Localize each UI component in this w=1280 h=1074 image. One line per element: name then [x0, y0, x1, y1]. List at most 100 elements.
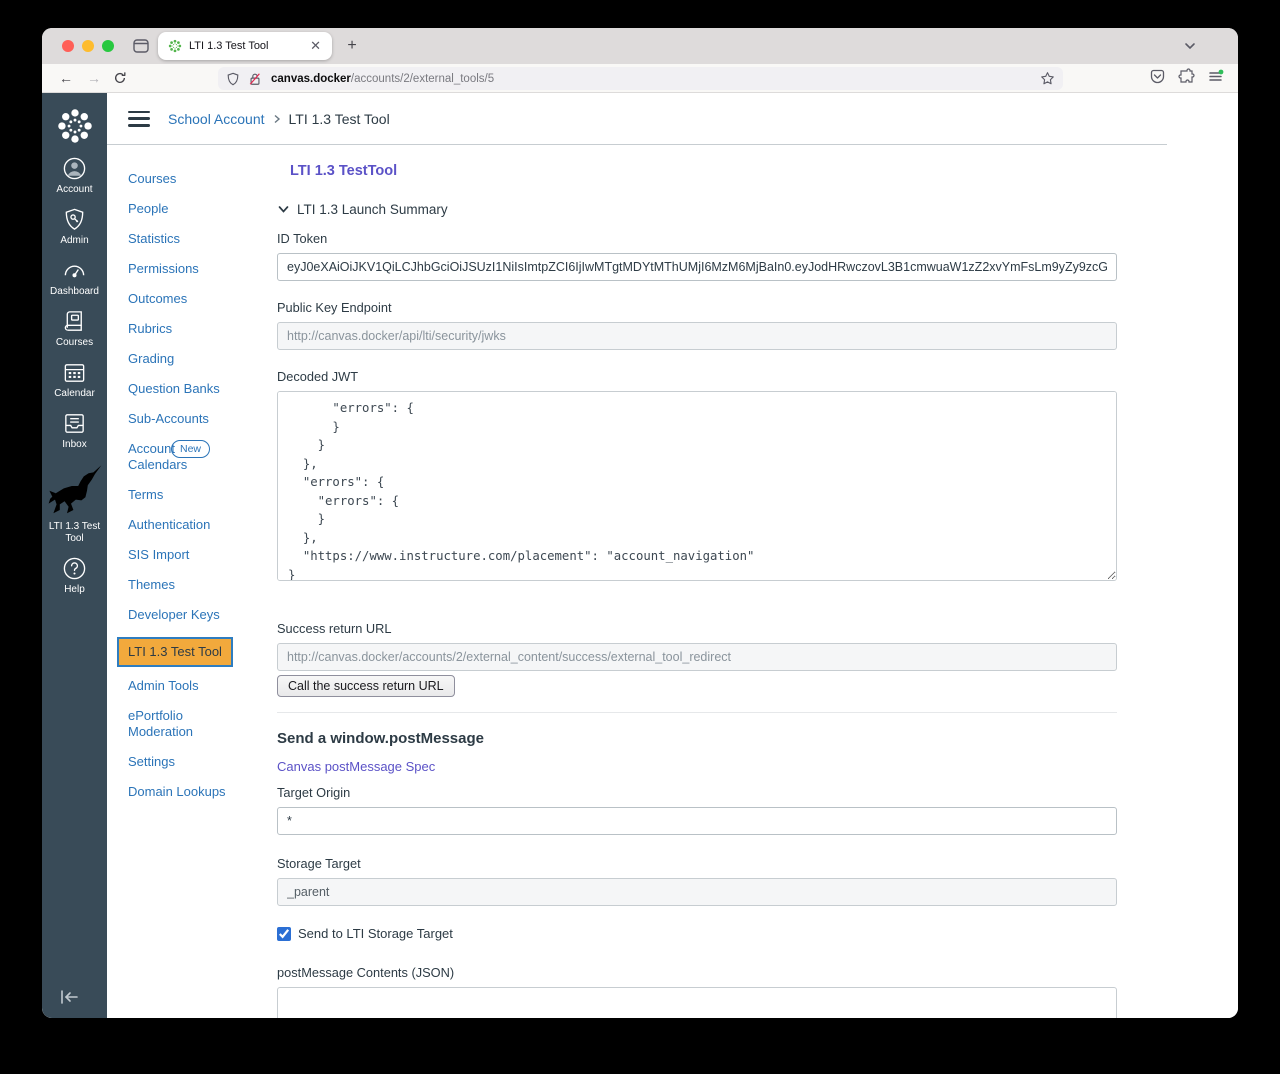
collapse-sidebar-icon[interactable]	[58, 986, 80, 1008]
toolbar-right-icons	[1149, 68, 1224, 85]
user-icon	[63, 157, 86, 180]
nav-item-grading[interactable]: Grading	[128, 351, 246, 367]
nav-item-statistics[interactable]: Statistics	[128, 231, 246, 247]
nav-item-developer-keys[interactable]: Developer Keys	[128, 607, 246, 623]
nav-item-admin-tools[interactable]: Admin Tools	[128, 678, 246, 694]
sidebar-item-lti-test-tool[interactable]: LTI 1.3 Test Tool	[43, 462, 107, 545]
nav-item-question-banks[interactable]: Question Banks	[128, 381, 246, 397]
zoom-window-button[interactable]	[102, 40, 114, 52]
sidebar-item-help[interactable]: Help	[43, 556, 107, 596]
shield-permissions-icon[interactable]	[226, 72, 240, 86]
decoded-jwt-label: Decoded JWT	[277, 369, 359, 384]
body-row: Courses People Statistics Permissions Ou…	[107, 145, 1238, 1018]
admin-shield-icon	[65, 208, 84, 230]
id-token-input[interactable]	[277, 253, 1117, 281]
app-menu-icon[interactable]	[1207, 68, 1224, 85]
new-badge: New	[170, 440, 210, 458]
page-content: Account Admin Dashboard Courses Calendar…	[42, 93, 1238, 1018]
sidebar-item-calendar[interactable]: Calendar	[43, 360, 107, 400]
chevron-down-icon	[278, 206, 289, 213]
canvas-logo-icon[interactable]	[56, 107, 94, 145]
bookmark-star-icon[interactable]	[1040, 71, 1055, 86]
insecure-lock-slash-icon[interactable]	[248, 72, 262, 86]
calendar-icon	[64, 364, 85, 382]
page-title: LTI 1.3 TestTool	[290, 163, 398, 179]
nav-item-domain-lookups[interactable]: Domain Lookups	[128, 784, 246, 800]
browser-tab[interactable]: LTI 1.3 Test Tool ✕	[158, 32, 332, 60]
sidebar-item-inbox[interactable]: Inbox	[43, 411, 107, 451]
postmessage-contents-label: postMessage Contents (JSON)	[277, 965, 455, 980]
call-success-return-url-button[interactable]: Call the success return URL	[277, 675, 455, 697]
global-nav-sidebar: Account Admin Dashboard Courses Calendar…	[42, 93, 107, 1018]
sidebar-item-account[interactable]: Account	[43, 156, 107, 196]
nav-item-authentication[interactable]: Authentication	[128, 517, 246, 533]
reload-icon[interactable]	[110, 68, 130, 88]
section-divider	[277, 712, 1117, 713]
new-tab-button[interactable]: +	[340, 34, 364, 58]
sidebar-item-courses[interactable]: Courses	[43, 309, 107, 349]
nav-item-lti-test-tool-active[interactable]: LTI 1.3 Test Tool	[117, 637, 233, 667]
nav-item-sub-accounts[interactable]: Sub-Accounts	[128, 411, 246, 427]
help-icon	[63, 557, 86, 580]
nav-item-settings[interactable]: Settings	[128, 754, 246, 770]
send-to-lti-storage-row: Send to LTI Storage Target	[277, 926, 1117, 941]
nav-item-account-calendars[interactable]: Account Calendars New	[128, 440, 210, 473]
breadcrumb-current: LTI 1.3 Test Tool	[288, 110, 390, 127]
dashboard-gauge-icon	[64, 265, 85, 278]
chevron-right-icon	[274, 114, 280, 123]
public-key-endpoint-input[interactable]	[277, 322, 1117, 350]
tab-close-icon[interactable]: ✕	[307, 38, 324, 54]
sidebar-item-dashboard[interactable]: Dashboard	[43, 258, 107, 298]
course-nav-hamburger-icon[interactable]	[128, 110, 150, 127]
tab-title: LTI 1.3 Test Tool	[189, 40, 269, 52]
unicorn-icon	[48, 465, 101, 514]
forward-button[interactable]: →	[84, 68, 104, 88]
target-origin-label: Target Origin	[277, 785, 351, 800]
target-origin-input[interactable]	[277, 807, 1117, 835]
nav-item-courses[interactable]: Courses	[128, 171, 246, 187]
nav-item-sis-import[interactable]: SIS Import	[128, 547, 246, 563]
tab-favicon-canvas-icon	[168, 39, 182, 53]
url-text: canvas.docker/accounts/2/external_tools/…	[271, 73, 1040, 85]
breadcrumb-header: School Account LTI 1.3 Test Tool	[107, 93, 1167, 145]
public-key-endpoint-label: Public Key Endpoint	[277, 300, 392, 315]
nav-item-rubrics[interactable]: Rubrics	[128, 321, 246, 337]
window-controls	[62, 40, 114, 52]
launch-summary-label: LTI 1.3 Launch Summary	[297, 202, 448, 217]
breadcrumb-link-school-account[interactable]: School Account	[168, 111, 265, 127]
nav-item-outcomes[interactable]: Outcomes	[128, 291, 246, 307]
breadcrumb: School Account LTI 1.3 Test Tool	[168, 111, 390, 127]
storage-target-label: Storage Target	[277, 856, 361, 871]
main-wrap: School Account LTI 1.3 Test Tool Courses…	[107, 93, 1238, 1018]
courses-book-icon	[64, 311, 82, 331]
canvas-postmessage-spec-link[interactable]: Canvas postMessage Spec	[277, 759, 435, 774]
pocket-icon[interactable]	[1149, 68, 1166, 85]
browser-tab-bar: LTI 1.3 Test Tool ✕ +	[42, 28, 1238, 64]
launch-summary-toggle[interactable]: LTI 1.3 Launch Summary	[277, 202, 1117, 217]
success-return-url-label: Success return URL	[277, 621, 392, 636]
sidebar-item-admin[interactable]: Admin	[43, 207, 107, 247]
postmessage-contents-textarea[interactable]	[277, 987, 1117, 1018]
browser-window: LTI 1.3 Test Tool ✕ + ← → canvas.docker/…	[42, 28, 1238, 1018]
send-to-lti-storage-label: Send to LTI Storage Target	[298, 926, 453, 941]
nav-item-terms[interactable]: Terms	[128, 487, 246, 503]
extensions-puzzle-icon[interactable]	[1178, 68, 1195, 85]
back-button[interactable]: ←	[56, 68, 76, 88]
nav-item-people[interactable]: People	[128, 201, 246, 217]
decoded-jwt-textarea[interactable]: "errors": { } } }, "errors": { "errors":…	[277, 391, 1117, 581]
url-bar[interactable]: canvas.docker/accounts/2/external_tools/…	[218, 67, 1063, 90]
minimize-window-button[interactable]	[82, 40, 94, 52]
nav-item-themes[interactable]: Themes	[128, 577, 246, 593]
storage-target-input[interactable]	[277, 878, 1117, 906]
firefox-view-icon[interactable]	[132, 37, 150, 55]
send-to-lti-storage-checkbox[interactable]	[277, 926, 291, 941]
url-path: /accounts/2/external_tools/5	[350, 72, 495, 85]
screenshot-stage: LTI 1.3 Test Tool ✕ + ← → canvas.docker/…	[0, 0, 1280, 1074]
nav-item-eportfolio-moderation[interactable]: ePortfolio Moderation	[128, 708, 208, 740]
tab-list-chevron-down-icon[interactable]	[1182, 38, 1198, 54]
browser-toolbar: ← → canvas.docker/accounts/2/external_to…	[42, 64, 1238, 93]
nav-item-permissions[interactable]: Permissions	[128, 261, 246, 277]
close-window-button[interactable]	[62, 40, 74, 52]
url-host: canvas.docker	[271, 72, 351, 85]
success-return-url-input[interactable]	[277, 643, 1117, 671]
